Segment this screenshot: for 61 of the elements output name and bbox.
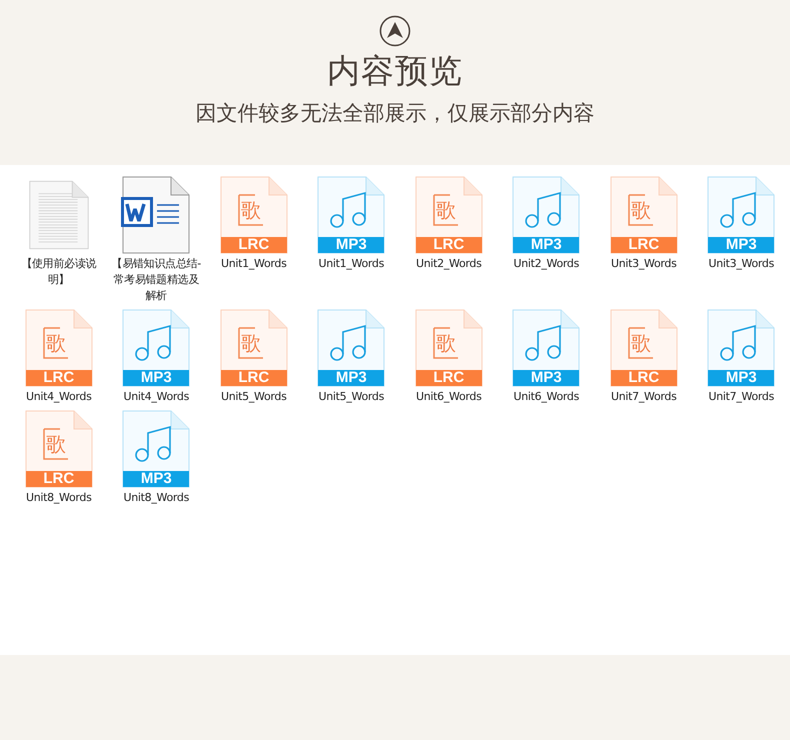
- file-type-label: MP3: [140, 471, 173, 487]
- lyrics-glyph: 歌: [46, 332, 66, 354]
- lyrics-file-icon: [24, 308, 94, 388]
- lyrics-glyph: 歌: [630, 332, 651, 354]
- audio-file-icon: [511, 175, 582, 255]
- file-type-label: MP3: [140, 370, 173, 386]
- lyrics-glyph: 歌: [630, 199, 651, 221]
- file-name[interactable]: Unit2_Words: [499, 256, 594, 272]
- audio-file-icon: [706, 175, 776, 255]
- lyrics-glyph: 歌: [46, 433, 66, 455]
- lyrics-glyph: 歌: [436, 332, 456, 354]
- lyrics-file-icon: [414, 175, 484, 255]
- lyrics-file-icon: [218, 308, 289, 388]
- lyrics-glyph: 歌: [240, 332, 261, 354]
- file-name[interactable]: Unit2_Words: [402, 256, 496, 272]
- file-name[interactable]: Unit5_Words: [304, 389, 398, 405]
- file-name[interactable]: Unit8_Words: [109, 490, 204, 506]
- lyrics-file-icon: [608, 175, 679, 255]
- word-document-icon: [121, 175, 192, 255]
- file-name[interactable]: Unit4_Words: [12, 389, 106, 405]
- file-type-label: LRC: [432, 370, 466, 386]
- audio-file-icon: [316, 175, 386, 255]
- file-type-label: LRC: [42, 471, 76, 487]
- file-type-label: MP3: [724, 237, 758, 253]
- file-name[interactable]: Unit8_Words: [12, 490, 106, 506]
- file-name[interactable]: Unit1_Words: [304, 256, 398, 272]
- file-name[interactable]: Unit4_Words: [109, 389, 204, 405]
- file-name[interactable]: Unit7_Words: [596, 389, 691, 405]
- audio-file-icon: [121, 409, 192, 489]
- file-type-label: LRC: [237, 237, 270, 253]
- file-name[interactable]: Unit6_Words: [402, 389, 496, 405]
- lyrics-file-icon: [414, 308, 484, 388]
- file-type-label: LRC: [627, 237, 660, 253]
- file-name[interactable]: 【易错知识点总结-常考易错题精选及解析: [109, 256, 204, 304]
- file-type-label: LRC: [627, 370, 660, 386]
- lyrics-file-icon: [218, 175, 289, 255]
- audio-file-icon: [706, 308, 776, 388]
- audio-file-icon: [511, 308, 582, 388]
- lyrics-file-icon: [608, 308, 679, 388]
- file-type-label: LRC: [432, 237, 466, 253]
- file-type-label: MP3: [724, 370, 758, 386]
- file-name[interactable]: 【使用前必读说明】: [12, 256, 106, 288]
- file-name[interactable]: Unit6_Words: [499, 389, 594, 405]
- file-type-label: MP3: [334, 370, 368, 386]
- lyrics-glyph: 歌: [436, 199, 456, 221]
- file-type-label: LRC: [42, 370, 76, 386]
- file-type-label: MP3: [530, 237, 563, 253]
- file-type-label: MP3: [530, 370, 563, 386]
- lyrics-file-icon: [24, 409, 94, 489]
- file-name[interactable]: Unit7_Words: [694, 389, 788, 405]
- file-type-label: MP3: [334, 237, 368, 253]
- section-subtitle: 因文件较多无法全部展示，仅展示部分内容: [196, 100, 594, 127]
- section-title: 内容预览: [327, 50, 463, 92]
- file-name[interactable]: Unit5_Words: [206, 389, 301, 405]
- file-name[interactable]: Unit3_Words: [596, 256, 691, 272]
- audio-file-icon: [316, 308, 386, 388]
- file-type-label: LRC: [237, 370, 270, 386]
- audio-file-icon: [121, 308, 192, 388]
- file-name[interactable]: Unit3_Words: [694, 256, 788, 272]
- file-name[interactable]: Unit1_Words: [206, 256, 301, 272]
- lyrics-glyph: 歌: [240, 199, 261, 221]
